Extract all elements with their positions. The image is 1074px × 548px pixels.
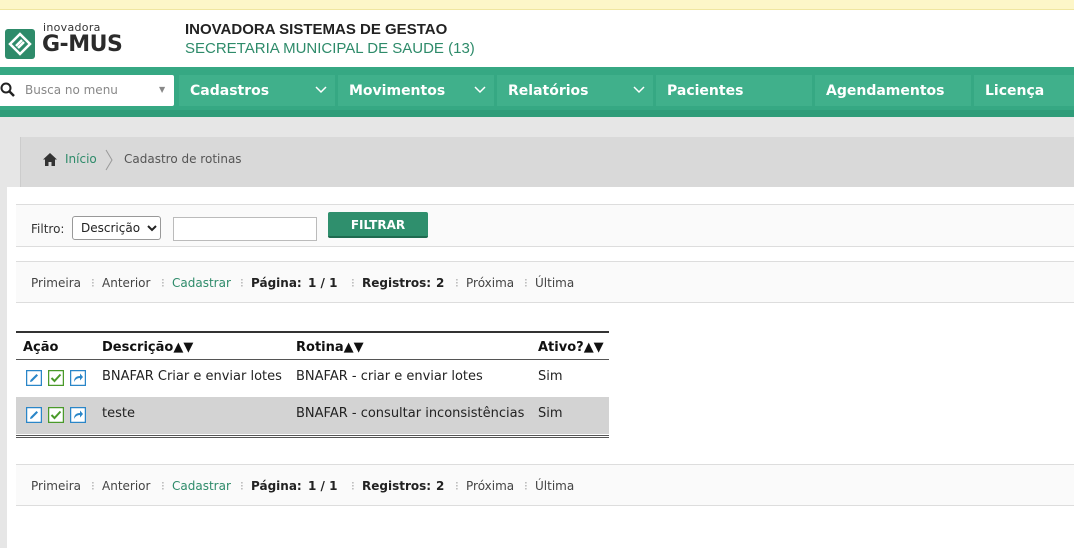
breadcrumb-separator-icon [105,149,113,171]
pager-records-value: 2 [436,479,445,493]
chevron-down-icon [633,86,645,94]
table-row[interactable]: teste BNAFAR - consultar inconsistências… [16,397,609,434]
pager-separator: ⁝ [161,479,165,493]
pager-page-label: Página: [251,479,302,493]
logo-big-text: G-MUS [42,32,123,57]
routines-table: Ação Descrição▲▼ Rotina▲▼ Ativo?▲▼ BNAFA… [16,331,609,438]
cell-routine: BNAFAR - criar e enviar lotes [296,369,483,384]
pager-previous-link[interactable]: Anterior [102,276,150,290]
pager-register-link[interactable]: Cadastrar [172,276,231,290]
pager-next-link[interactable]: Próxima [466,276,514,290]
pager-register-link[interactable]: Cadastrar [172,479,231,493]
pager-last-link[interactable]: Última [535,276,574,290]
pager-bottom: Primeira ⁝ Anterior ⁝ Cadastrar ⁝ Página… [16,464,1074,506]
nav-label: Relatórios [508,83,589,99]
pager-page-label: Página: [251,276,302,290]
chevron-down-icon [315,86,327,94]
col-rotina-label: Rotina [296,340,344,355]
nav-cadastros[interactable]: Cadastros [179,75,335,106]
main-content: Filtro: Descrição FILTRAR Primeira ⁝ Ant… [7,187,1074,548]
nav-licenca[interactable]: Licença [974,75,1074,106]
cell-routine: BNAFAR - consultar inconsistências [296,406,525,421]
col-rotina[interactable]: Rotina▲▼ [296,340,364,355]
col-ativo[interactable]: Ativo?▲▼ [538,340,604,355]
cell-description: BNAFAR Criar e enviar lotes [102,369,282,384]
pager-separator: ⁝ [91,479,95,493]
check-icon[interactable] [48,370,64,386]
pager-records-label: Registros: [362,479,432,493]
navbar-bottom-strip [0,110,1074,117]
nav-label: Licença [985,83,1045,99]
table-header: Ação Descrição▲▼ Rotina▲▼ Ativo?▲▼ [16,333,609,360]
pager-separator: ⁝ [351,276,355,290]
logo-diamond-icon [5,29,35,59]
chevron-down-icon [474,86,486,94]
sort-arrows-icon[interactable]: ▲▼ [344,340,364,355]
share-arrow-icon[interactable] [70,407,86,423]
filter-button[interactable]: FILTRAR [328,212,428,238]
secretaria-subtitle: SECRETARIA MUNICIPAL DE SAUDE (13) [185,40,475,57]
filter-label: Filtro: [31,222,65,236]
app-header: inovadora G-MUS INOVADORA SISTEMAS DE GE… [0,10,1074,67]
pager-top: Primeira ⁝ Anterior ⁝ Cadastrar ⁝ Página… [16,261,1074,303]
pager-separator: ⁝ [161,276,165,290]
nav-label: Agendamentos [826,83,945,99]
col-acao: Ação [23,340,59,355]
pager-records-label: Registros: [362,276,432,290]
check-icon[interactable] [48,407,64,423]
pager-page-value: 1 / 1 [308,479,338,493]
pager-separator: ⁝ [240,276,244,290]
search-icon [0,82,15,97]
sort-arrows-icon[interactable]: ▲▼ [173,340,193,355]
nav-movimentos[interactable]: Movimentos [338,75,494,106]
pager-separator: ⁝ [91,276,95,290]
share-arrow-icon[interactable] [70,370,86,386]
col-descricao[interactable]: Descrição▲▼ [102,340,193,355]
home-icon[interactable] [43,153,57,166]
nav-label: Pacientes [667,83,744,99]
cell-active: Sim [538,369,563,384]
pager-previous-link[interactable]: Anterior [102,479,150,493]
table-row[interactable]: BNAFAR Criar e enviar lotes BNAFAR - cri… [16,360,609,397]
search-placeholder: Busca no menu [25,83,118,97]
pager-records-value: 2 [436,276,445,290]
logo[interactable]: inovadora G-MUS [5,21,130,61]
pager-next-link[interactable]: Próxima [466,479,514,493]
edit-icon[interactable] [26,370,42,386]
sort-arrows-icon[interactable]: ▲▼ [584,340,604,355]
pager-separator: ⁝ [351,479,355,493]
cell-active: Sim [538,406,563,421]
col-descricao-label: Descrição [102,340,174,355]
pager-page-value: 1 / 1 [308,276,338,290]
filter-bar: Filtro: Descrição FILTRAR [16,204,1074,247]
cell-description: teste [102,406,135,421]
table-bottom-border [16,437,609,438]
chevron-down-icon[interactable]: ▼ [159,85,165,94]
pager-separator: ⁝ [455,479,459,493]
nav-pacientes[interactable]: Pacientes [656,75,812,106]
breadcrumb: Início Cadastro de rotinas [20,137,1074,187]
top-notice-strip [0,0,1074,10]
nav-label: Movimentos [349,83,446,99]
main-navbar: Busca no menu ▼ Cadastros Movimentos Rel… [0,67,1074,117]
pager-separator: ⁝ [524,479,528,493]
pager-first-link[interactable]: Primeira [31,276,81,290]
breadcrumb-home-link[interactable]: Início [65,152,97,166]
col-ativo-label: Ativo? [538,340,584,355]
pager-separator: ⁝ [240,479,244,493]
breadcrumb-current: Cadastro de rotinas [124,152,242,166]
nav-agendamentos[interactable]: Agendamentos [815,75,971,106]
nav-label: Cadastros [190,83,270,99]
pager-last-link[interactable]: Última [535,479,574,493]
filter-text-input[interactable] [173,217,317,241]
edit-icon[interactable] [26,407,42,423]
pager-first-link[interactable]: Primeira [31,479,81,493]
pager-separator: ⁝ [524,276,528,290]
nav-relatorios[interactable]: Relatórios [497,75,653,106]
table-bottom-border [16,435,609,436]
menu-search-input[interactable]: Busca no menu ▼ [0,75,174,106]
pager-separator: ⁝ [455,276,459,290]
filter-field-select[interactable]: Descrição [72,216,161,240]
system-title: INOVADORA SISTEMAS DE GESTAO [185,21,448,38]
